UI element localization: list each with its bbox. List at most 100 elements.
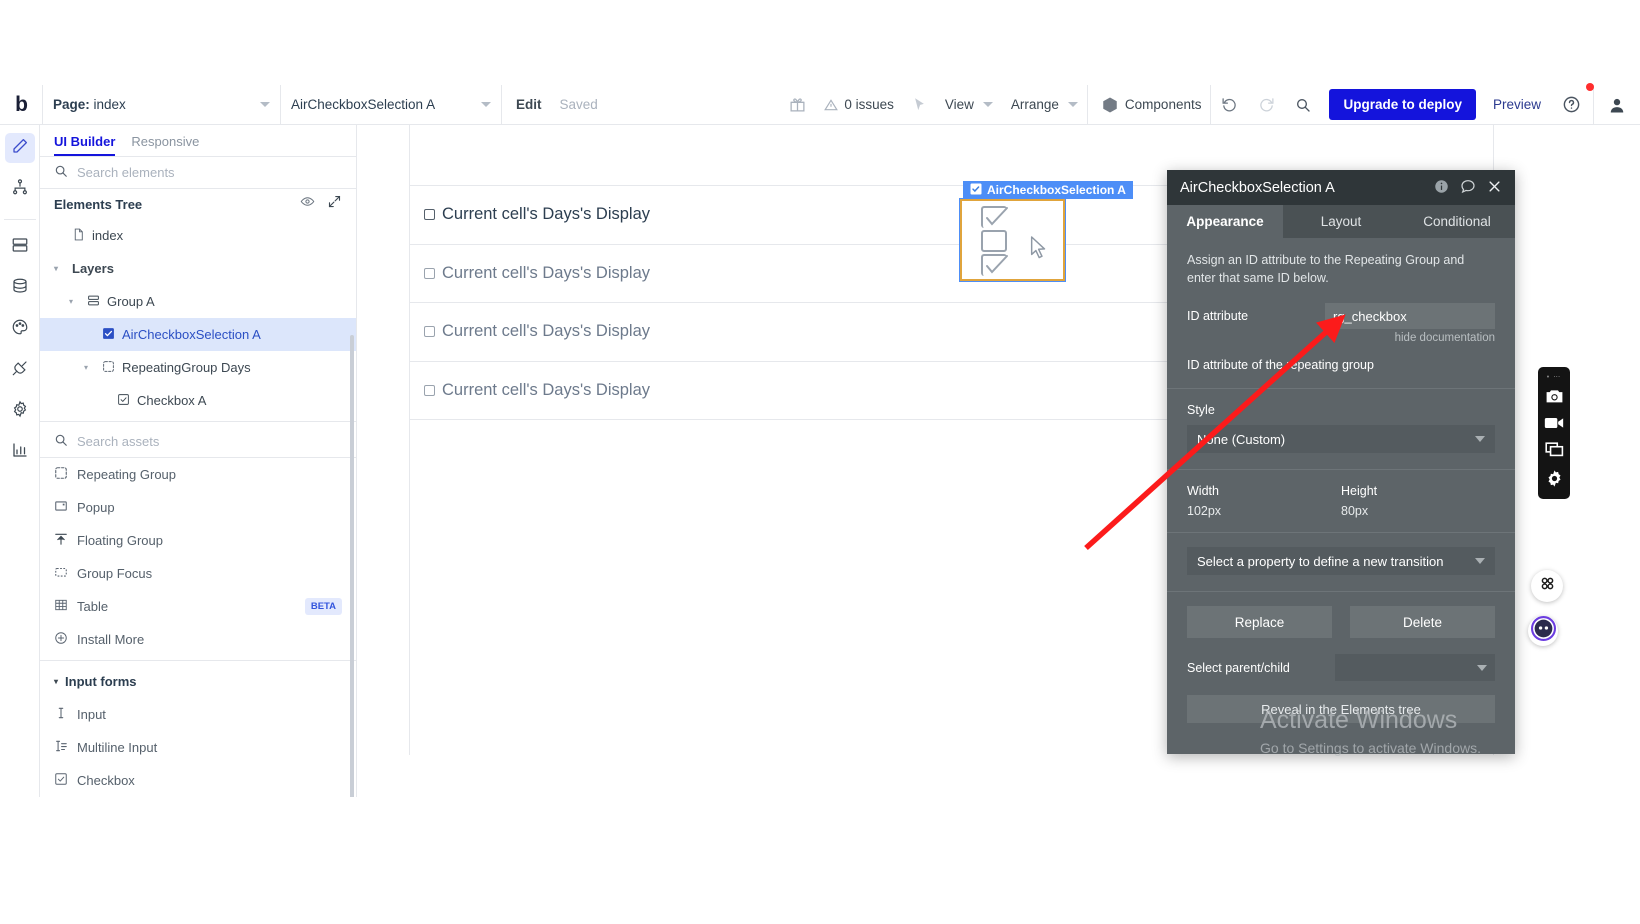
tab-responsive[interactable]: Responsive	[131, 134, 199, 156]
twisty-down-icon[interactable]: ▾	[69, 297, 80, 306]
asset-item-floating-group[interactable]: Floating Group	[40, 524, 356, 557]
asset-label: Group Focus	[77, 566, 153, 581]
tab-ui-builder[interactable]: UI Builder	[54, 134, 116, 156]
tree-node-layers[interactable]: ▾ Layers	[40, 252, 356, 285]
checkbox-icon[interactable]	[424, 326, 435, 338]
transition-select[interactable]: Select a property to define a new transi…	[1187, 547, 1495, 576]
assistant-fab[interactable]	[1528, 616, 1558, 646]
tab-layout[interactable]: Layout	[1283, 205, 1399, 238]
asset-item-repeating-group[interactable]: Repeating Group	[40, 458, 356, 491]
video-camera-icon[interactable]	[1544, 416, 1564, 435]
asset-item-popup[interactable]: Popup	[40, 491, 356, 524]
section-title: Input forms	[65, 674, 137, 689]
twisty-down-icon[interactable]: ▾	[54, 264, 65, 273]
pointer-tool[interactable]	[903, 85, 936, 125]
hide-documentation-link[interactable]: hide documentation	[1187, 332, 1495, 344]
plus-circle-icon	[54, 631, 68, 648]
rail-item-design[interactable]	[4, 133, 35, 163]
asset-item-multiline-input[interactable]: Multiline Input	[40, 731, 356, 764]
comment-icon[interactable]	[1460, 178, 1476, 197]
rail-item-layers[interactable]	[5, 232, 35, 262]
arrange-menu[interactable]: Arrange	[1002, 85, 1087, 125]
info-icon[interactable]	[1434, 179, 1449, 197]
checkbox-icon[interactable]	[424, 267, 435, 279]
divider	[1167, 388, 1515, 390]
tree-node-aircheckboxselection-a[interactable]: AirCheckboxSelection A	[40, 318, 356, 351]
search-elements-field[interactable]: Search elements	[40, 157, 356, 189]
rail-item-styles[interactable]	[5, 314, 35, 344]
gift-button[interactable]	[780, 85, 815, 125]
issues-indicator[interactable]: 0 issues	[815, 85, 903, 125]
asset-item-input[interactable]: Input	[40, 698, 356, 731]
account-button[interactable]	[1594, 85, 1640, 125]
replace-button[interactable]: Replace	[1187, 606, 1332, 639]
checkbox-icon[interactable]	[424, 209, 435, 221]
tree-node-index[interactable]: index	[40, 219, 356, 252]
elements-tree-title: Elements Tree	[54, 196, 143, 212]
close-icon[interactable]	[1487, 179, 1502, 197]
edit-menu[interactable]: Edit	[502, 85, 551, 125]
asset-label: Table	[77, 599, 109, 614]
checkbox-icon[interactable]	[424, 384, 435, 396]
camera-icon[interactable]	[1545, 389, 1564, 409]
checkbox-icon	[117, 393, 130, 409]
tab-conditional[interactable]: Conditional	[1399, 205, 1515, 238]
view-label: View	[944, 97, 974, 112]
help-icon	[1562, 95, 1581, 114]
property-panel-title: AirCheckboxSelection A	[1180, 179, 1335, 196]
twisty-down-icon[interactable]: ▾	[84, 363, 95, 372]
text-input-icon	[54, 706, 68, 723]
cube-icon	[1101, 96, 1119, 114]
section-input-forms[interactable]: ▾ Input forms	[40, 665, 356, 698]
help-button[interactable]	[1550, 82, 1594, 125]
view-menu[interactable]: View	[936, 85, 1002, 125]
checkbox-filled-icon	[102, 327, 115, 343]
delete-button[interactable]: Delete	[1350, 606, 1495, 639]
page-file-icon	[72, 228, 85, 244]
rail-item-plugins[interactable]	[5, 355, 35, 385]
reveal-in-elements-tree-button[interactable]: Reveal in the Elements tree	[1187, 695, 1495, 724]
preview-button[interactable]: Preview	[1484, 85, 1550, 125]
aircheckbox-element-preview[interactable]	[959, 198, 1066, 282]
eye-icon[interactable]	[300, 194, 315, 214]
height-value: 80px	[1341, 504, 1369, 519]
id-attribute-input[interactable]: rg_checkbox	[1325, 303, 1495, 330]
rail-item-database[interactable]	[5, 273, 35, 303]
asset-item-install-more[interactable]: Install More	[40, 623, 356, 656]
asset-item-table[interactable]: Table BETA	[40, 590, 356, 623]
drag-handle-dots[interactable]: • ⋯	[1547, 373, 1561, 381]
redo-button[interactable]	[1248, 85, 1285, 125]
rail-item-settings[interactable]	[5, 396, 35, 426]
expand-icon[interactable]	[327, 194, 342, 214]
row-label: Current cell's Days's Display	[442, 263, 651, 282]
grid-apps-icon	[1539, 575, 1556, 597]
rail-item-workflow[interactable]	[5, 174, 35, 204]
upgrade-to-deploy-button[interactable]: Upgrade to deploy	[1329, 89, 1476, 120]
settings-gear-icon[interactable]	[1545, 469, 1564, 493]
page-selector[interactable]: Page: index	[43, 85, 280, 125]
notification-dot	[1586, 82, 1594, 91]
style-select[interactable]: None (Custom)	[1187, 425, 1495, 454]
select-parent-child-label: Select parent/child	[1187, 660, 1290, 675]
asset-item-group-focus[interactable]: Group Focus	[40, 557, 356, 590]
element-selector[interactable]: AirCheckboxSelection A	[281, 85, 501, 125]
asset-label: Popup	[77, 500, 115, 515]
bubble-logo[interactable]: b	[0, 85, 42, 125]
tree-node-checkbox-a[interactable]: Checkbox A	[40, 384, 356, 417]
search-button[interactable]	[1285, 85, 1321, 125]
undo-icon	[1221, 96, 1238, 113]
grid-apps-fab[interactable]	[1531, 570, 1563, 602]
rail-item-logs[interactable]	[5, 437, 35, 467]
tree-node-repeatinggroup-days[interactable]: ▾ RepeatingGroup Days	[40, 351, 356, 384]
search-assets-field[interactable]: Search assets	[40, 426, 356, 458]
twisty-down-icon[interactable]: ▾	[54, 677, 58, 686]
undo-button[interactable]	[1211, 85, 1248, 125]
window-capture-icon[interactable]	[1544, 442, 1564, 462]
tree-node-group-a[interactable]: ▾ Group A	[40, 285, 356, 318]
tab-appearance[interactable]: Appearance	[1167, 205, 1283, 238]
select-parent-child-dropdown[interactable]	[1335, 654, 1495, 682]
asset-item-checkbox[interactable]: Checkbox	[40, 764, 356, 797]
search-elements-placeholder: Search elements	[77, 165, 175, 180]
left-panel-scrollbar[interactable]	[350, 335, 354, 797]
components-button[interactable]: Components	[1088, 85, 1211, 125]
